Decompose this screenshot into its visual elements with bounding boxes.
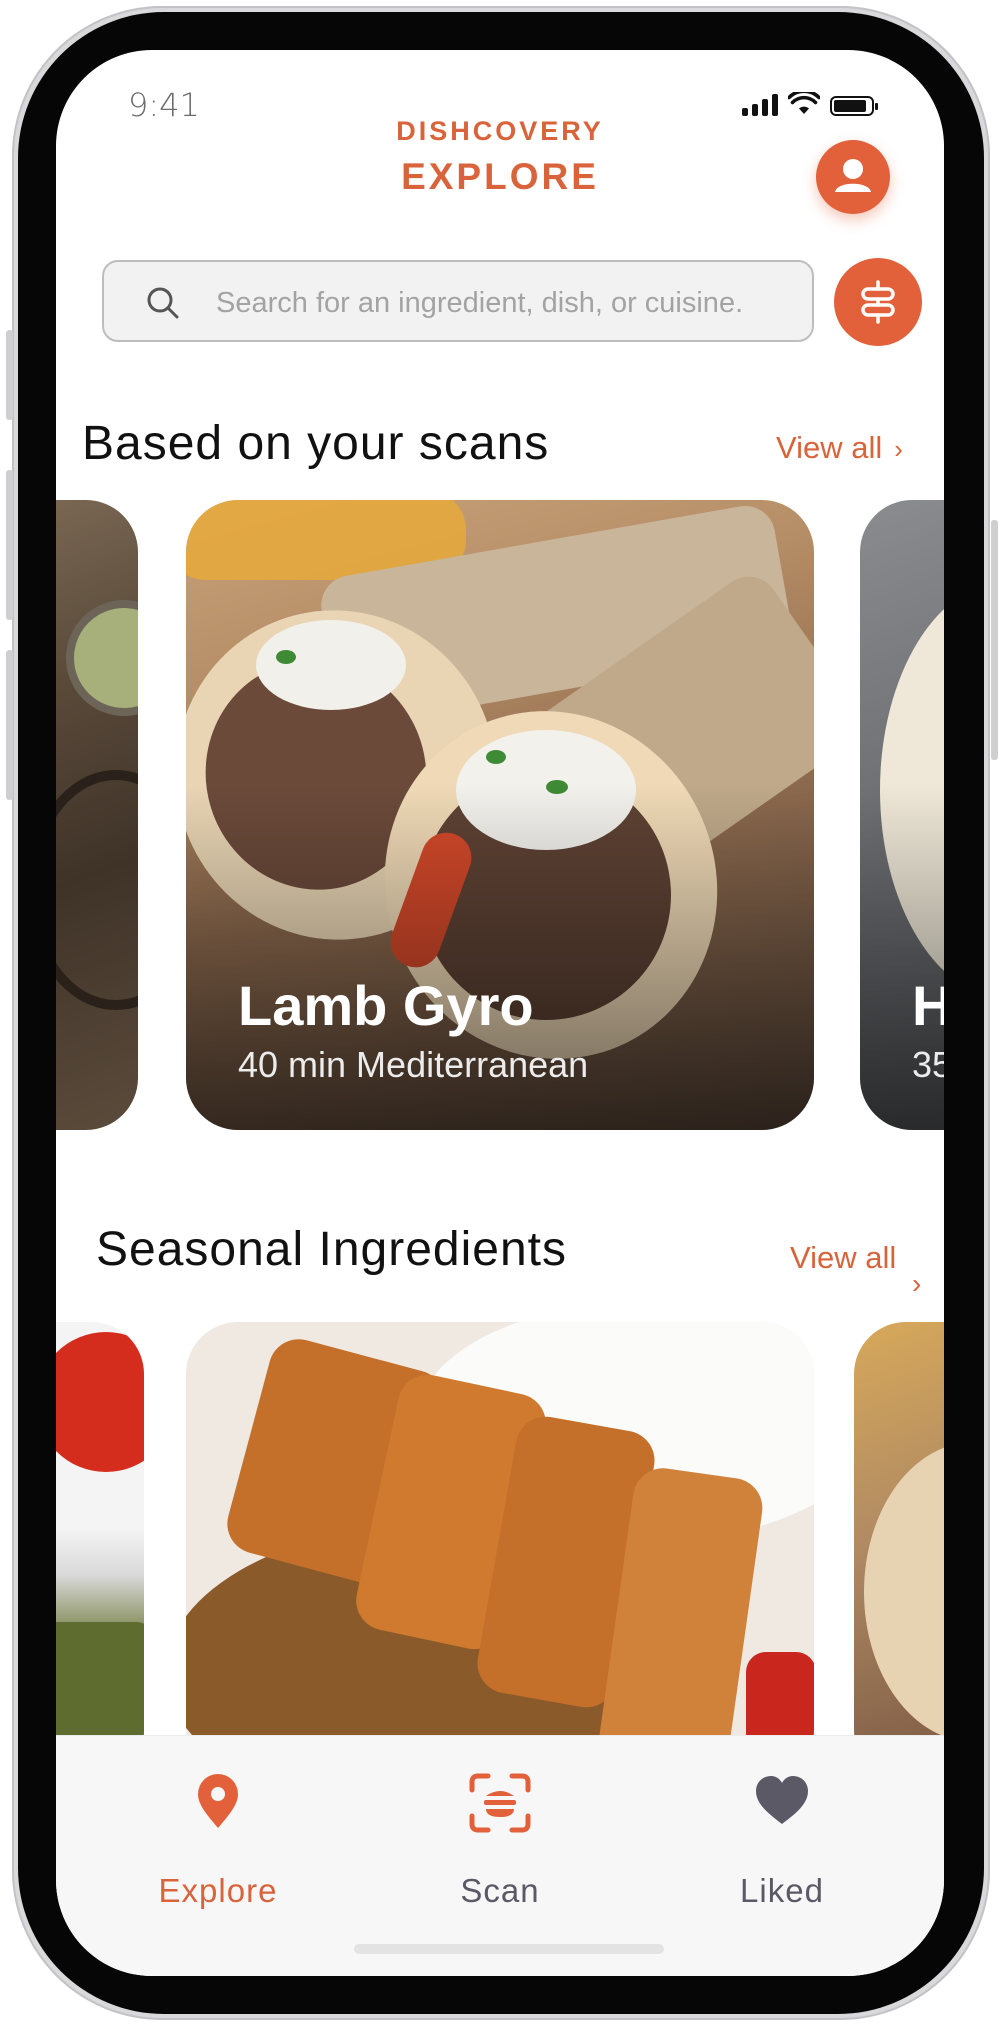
recipe-card-partial-left[interactable] [56, 500, 138, 1130]
nav-item-scan[interactable]: Scan [400, 1772, 600, 1909]
ingredient-card-katsu-curry[interactable] [186, 1322, 814, 1782]
scan-icon [469, 1773, 531, 1833]
bottom-nav-bar: Explore Scan Liked [56, 1735, 944, 1976]
battery-icon [830, 96, 878, 116]
view-all-scans-link[interactable]: View all › [776, 430, 903, 466]
section-title-scans: Based on your scans [82, 417, 550, 470]
user-icon [835, 159, 871, 192]
view-all-seasonal-link[interactable]: View all › [790, 1240, 921, 1299]
location-pin-icon [198, 1774, 238, 1828]
recipe-title: Lamb Gyro [238, 974, 534, 1037]
home-indicator [354, 1944, 664, 1954]
chevron-right-icon: › [912, 1268, 922, 1299]
phone-volume-up-button [6, 470, 13, 620]
phone-volume-down-button [6, 650, 13, 800]
dish-bowl-image [66, 600, 138, 716]
herb-garnish [486, 750, 506, 764]
view-all-label: View all [790, 1240, 897, 1275]
recipe-meta-partial: 35 [912, 1044, 944, 1085]
nav-label-liked: Liked [740, 1872, 824, 1909]
wifi-icon [788, 92, 820, 114]
chevron-right-icon: › [894, 434, 903, 464]
search-input[interactable] [214, 278, 798, 328]
nav-item-liked[interactable]: Liked [682, 1772, 882, 1909]
phone-power-button [991, 520, 998, 760]
search-bar[interactable] [102, 260, 814, 342]
phone-mute-switch [6, 330, 13, 420]
gyro-image [864, 1442, 944, 1742]
pot-image [56, 770, 138, 1010]
heart-icon [756, 1776, 808, 1824]
brand-name: DISHCOVERY [396, 116, 604, 146]
cellular-signal-icon [742, 94, 778, 116]
recipe-title-partial: H [912, 974, 944, 1037]
search-icon [147, 287, 179, 319]
view-all-label: View all [776, 430, 883, 465]
ingredient-card-partial-left[interactable] [56, 1322, 144, 1782]
tomato-image [56, 1332, 144, 1472]
nav-label-explore: Explore [158, 1872, 278, 1909]
gyro-left-sauce [256, 620, 406, 710]
ingredient-card-partial-right[interactable] [854, 1322, 944, 1782]
status-icons [742, 92, 878, 116]
herb-garnish [276, 650, 296, 664]
recipe-card-lamb-gyro[interactable]: Lamb Gyro 40 min Mediterranean [186, 500, 814, 1130]
filter-button[interactable] [834, 258, 922, 346]
recipe-meta: 40 min Mediterranean [238, 1044, 589, 1085]
profile-button[interactable] [816, 140, 890, 214]
nav-label-scan: Scan [460, 1872, 540, 1909]
nav-item-explore[interactable]: Explore [118, 1772, 318, 1909]
page-title: EXPLORE [401, 156, 599, 197]
recipe-card-partial-right[interactable]: H 35 [860, 500, 944, 1130]
section-title-seasonal: Seasonal Ingredients [96, 1223, 567, 1276]
sliders-icon [861, 280, 895, 324]
app-screen: 9:41 DISHCOVERY EXPLORE Search for an in… [56, 50, 944, 1976]
